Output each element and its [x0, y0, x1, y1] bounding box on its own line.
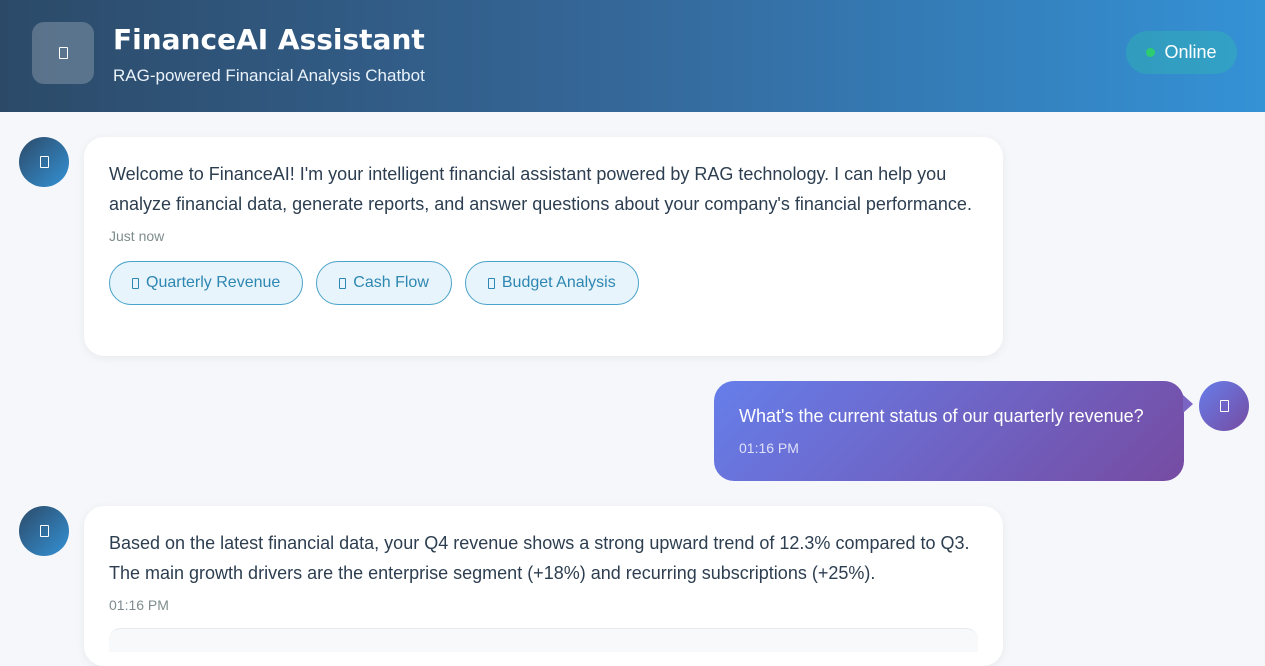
quick-action-label: Quarterly Revenue [146, 274, 281, 291]
status-label: Online [1164, 42, 1217, 62]
bot-message: Based on the latest financial data, your… [84, 506, 1003, 666]
bot-message: Welcome to FinanceAI! I'm your intellige… [84, 137, 1003, 356]
analysis-card [109, 628, 978, 652]
user-message: What's the current status of our quarter… [714, 381, 1184, 481]
bot-icon [19, 137, 69, 187]
chat-bot-icon [32, 22, 94, 84]
bubble-tail [1183, 395, 1193, 413]
message-timestamp: 01:16 PM [739, 440, 799, 456]
message-timestamp: Just now [109, 228, 165, 244]
money-icon [339, 277, 347, 289]
app-header: FinanceAI Assistant RAG-powered Financia… [0, 0, 1265, 112]
app-title: FinanceAI Assistant [113, 23, 425, 56]
app-subtitle: RAG-powered Financial Analysis Chatbot [113, 66, 425, 85]
chart-icon [132, 277, 139, 289]
message-timestamp: 01:16 PM [109, 597, 169, 613]
message-text: What's the current status of our quarter… [739, 406, 1144, 426]
status-badge: Online [1126, 31, 1237, 74]
quick-action-cash-flow[interactable]: Cash Flow [316, 261, 452, 305]
user-icon [1199, 381, 1249, 431]
clipboard-icon [487, 277, 495, 289]
quick-action-budget-analysis[interactable]: Budget Analysis [464, 261, 639, 305]
bot-icon [19, 506, 69, 556]
quick-action-quarterly-revenue[interactable]: Quarterly Revenue [109, 261, 304, 305]
quick-action-label: Budget Analysis [501, 274, 616, 291]
message-text: Based on the latest financial data, your… [109, 533, 970, 583]
online-dot-icon [1146, 48, 1156, 57]
quick-action-label: Cash Flow [353, 274, 429, 291]
quick-actions: Quarterly Revenue Cash Flow Budget Analy… [109, 261, 978, 305]
message-text: Welcome to FinanceAI! I'm your intellige… [109, 164, 972, 214]
